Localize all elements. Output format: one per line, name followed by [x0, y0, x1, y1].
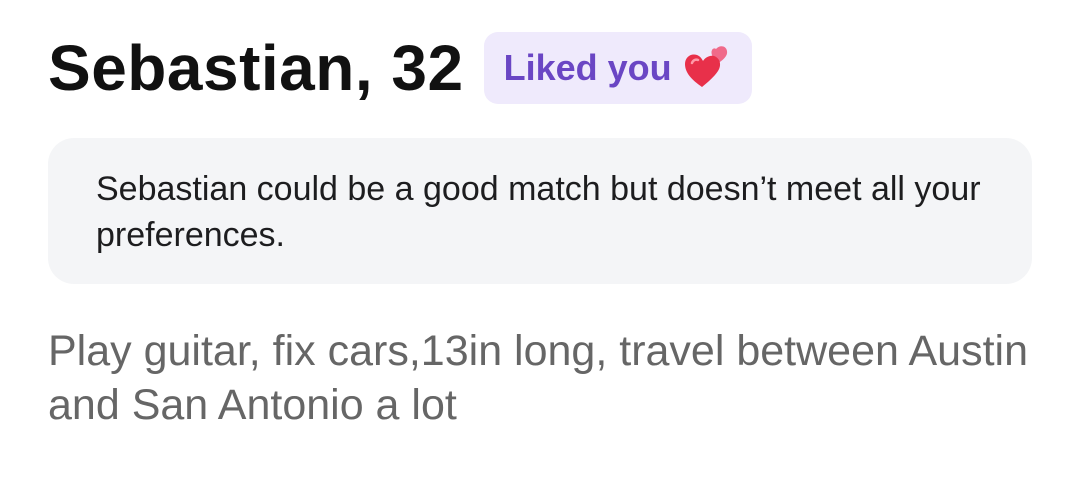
- profile-name-age: Sebastian, 32: [48, 32, 464, 104]
- liked-you-badge: Liked you: [483, 32, 752, 104]
- match-preferences-notice: Sebastian could be a good match but does…: [48, 138, 1032, 284]
- profile-bio: Play guitar, fix cars,13in long, travel …: [48, 327, 1028, 429]
- profile-header: Sebastian, 32 Liked you: [48, 28, 752, 108]
- match-notice-text: Sebastian could be a good match but does…: [96, 170, 981, 254]
- two-hearts-icon: [682, 45, 732, 91]
- liked-you-label: Liked you: [503, 47, 672, 88]
